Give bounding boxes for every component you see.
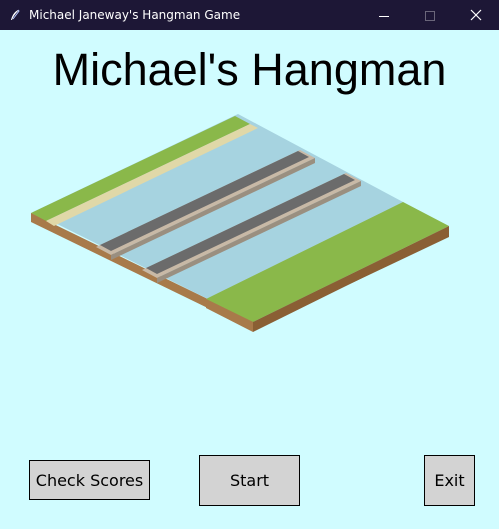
feather-icon: [8, 7, 22, 21]
page-title: Michael's Hangman: [52, 44, 447, 95]
window-title: Michael Janeway's Hangman Game: [29, 8, 241, 22]
exit-button[interactable]: Exit: [424, 455, 475, 506]
title-bar: Michael Janeway's Hangman Game: [0, 0, 499, 30]
maximize-button[interactable]: [407, 0, 453, 30]
close-icon: [470, 6, 482, 25]
close-button[interactable]: [453, 0, 499, 30]
check-scores-button[interactable]: Check Scores: [29, 460, 150, 500]
minimize-icon: [379, 6, 389, 25]
start-button[interactable]: Start: [199, 455, 300, 506]
minimize-button[interactable]: [361, 0, 407, 30]
road-illustration: [28, 110, 453, 340]
maximize-icon: [425, 6, 435, 25]
